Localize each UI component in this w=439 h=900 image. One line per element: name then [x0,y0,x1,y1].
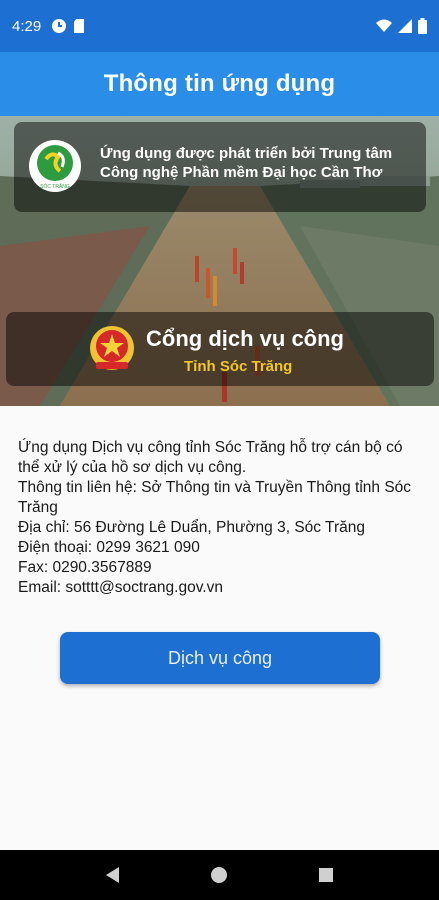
home-icon [211,867,228,883]
back-icon [106,867,120,883]
contact-info: Thông tin liên hệ: Sở Thông tin và Truyề… [18,479,412,516]
battery-icon [418,18,427,34]
developer-text: Ứng dụng được phát triển bởi Trung tâm C… [100,145,393,181]
nav-recents-button[interactable] [311,860,341,890]
system-nav-bar [0,850,439,900]
status-icons-right [376,18,427,34]
email-line: Email: sotttt@soctrang.gov.vn [18,579,223,596]
phone-line: Điện thoại: 0299 3621 090 [18,539,200,556]
status-icons-left [51,18,85,34]
sd-card-icon [74,19,85,33]
portal-card: Cổng dịch vụ công Tỉnh Sóc Trăng [6,312,434,386]
recents-icon [318,868,333,882]
nav-back-button[interactable] [98,860,128,890]
wifi-icon [376,19,392,32]
developer-card: SÓC TRĂNG Ứng dụng được phát triển bởi T… [14,122,426,212]
address-value: 56 Đường Lê Duẩn, Phường 3, Sóc Trăng [74,519,365,536]
national-emblem-icon [90,326,134,370]
address-label: Địa chỉ: [18,519,70,536]
fax-line: Fax: 0290.3567889 [18,559,152,576]
public-service-button[interactable]: Dịch vụ công [60,632,380,684]
settings-app-icon [52,19,67,33]
soc-trang-logo-icon: SÓC TRĂNG [29,140,81,192]
logo-caption: SÓC TRĂNG [40,183,70,190]
signal-icon [398,19,412,33]
info-content: Ứng dụng Dịch vụ công tỉnh Sóc Trăng hỗ … [0,406,439,850]
status-time: 4:29 [12,17,42,35]
status-bar: 4:29 [0,0,439,52]
portal-title: Cổng dịch vụ công [146,326,344,351]
info-block: Ứng dụng Dịch vụ công tỉnh Sóc Trăng hỗ … [18,438,428,598]
address-line: Địa chỉ: 56 Đường Lê Duẩn, Phường 3, Sóc… [18,518,428,538]
portal-subtitle: Tỉnh Sóc Trăng [184,358,293,375]
nav-home-button[interactable] [204,860,234,890]
page-title: Thông tin ứng dụng [103,70,336,97]
app-description: Ứng dụng Dịch vụ công tỉnh Sóc Trăng hỗ … [18,439,403,476]
app-bar: Thông tin ứng dụng [0,52,439,116]
hero-banner: SÓC TRĂNG Ứng dụng được phát triển bởi T… [0,116,439,406]
